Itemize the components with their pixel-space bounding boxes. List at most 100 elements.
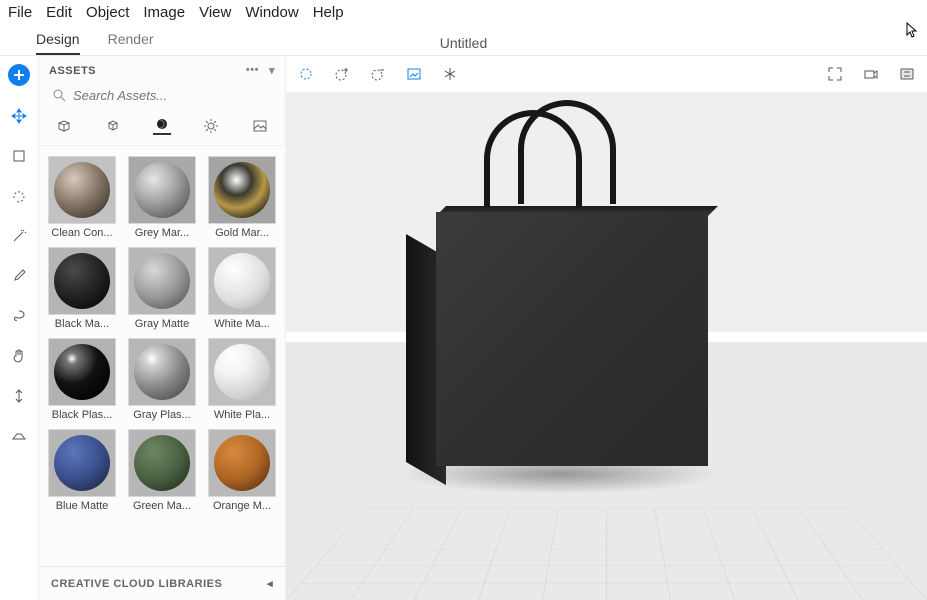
material-item[interactable]: Orange M... [207,429,277,512]
material-item[interactable]: Gray Plas... [127,338,197,421]
filter-models[interactable] [55,117,73,135]
menu-image[interactable]: Image [143,4,185,21]
artboard-icon [11,148,27,164]
assets-title: ASSETS [49,65,96,77]
vertical-axis-tool[interactable] [9,386,29,406]
fullscreen-button[interactable] [827,66,843,82]
filter-materials[interactable] [153,117,171,135]
material-sphere-icon [154,116,170,132]
material-swatch [48,429,116,497]
add-selection-tool[interactable] [334,66,350,82]
material-sphere [134,435,190,491]
move-icon [11,108,27,124]
filter-shapes[interactable] [104,117,122,135]
material-label: Orange M... [208,500,276,512]
subtract-selection-tool[interactable] [370,66,386,82]
menu-view[interactable]: View [199,4,231,21]
materials-grid: Clean Con... Grey Mar... Gold Mar... Bla… [39,146,285,566]
material-item[interactable]: Gold Mar... [207,156,277,239]
material-sphere [54,162,110,218]
filter-lights[interactable] [202,117,220,135]
material-label: Black Plas... [48,409,116,421]
vertical-arrow-icon [11,388,27,404]
render-settings-button[interactable] [899,66,915,82]
material-sphere [214,344,270,400]
material-item[interactable]: Blue Matte [47,429,117,512]
bag-front-face [436,212,708,466]
search-input[interactable] [73,88,277,103]
material-item[interactable]: Black Ma... [47,247,117,330]
material-item[interactable]: Green Ma... [127,429,197,512]
history-tool[interactable] [9,186,29,206]
select-marquee-tool[interactable] [298,66,314,82]
material-label: Gold Mar... [208,227,276,239]
box-icon [56,118,72,134]
cube-icon [105,118,121,134]
assets-panel: ASSETS ••• ▾ Clean Con... Grey Mar... Go… [38,56,286,600]
camera-button[interactable] [863,66,879,82]
workspace-tab-row: Design Render Untitled [0,25,927,56]
marquee-minus-icon [370,66,386,82]
plus-icon [11,67,27,83]
tab-render[interactable]: Render [108,31,154,55]
menu-help[interactable]: Help [313,4,344,21]
artboard-tool[interactable] [9,146,29,166]
material-swatch [128,247,196,315]
material-sphere [214,435,270,491]
libraries-title: CREATIVE CLOUD LIBRARIES [51,578,222,590]
material-sphere [214,253,270,309]
creative-cloud-libraries[interactable]: CREATIVE CLOUD LIBRARIES ◂ [39,566,285,600]
add-button[interactable] [8,64,30,86]
scene-object-shopping-bag[interactable] [406,176,704,472]
material-label: Grey Mar... [128,227,196,239]
bag-handle-front [484,110,582,214]
eyedropper-tool[interactable] [9,266,29,286]
material-sphere [54,435,110,491]
wand-icon [11,228,27,244]
material-swatch [208,429,276,497]
menu-object[interactable]: Object [86,4,129,21]
assets-search[interactable] [39,85,285,111]
lasso-tool[interactable] [9,306,29,326]
material-label: White Ma... [208,318,276,330]
canvas-3d[interactable] [286,92,927,600]
menu-file[interactable]: File [8,4,32,21]
material-swatch [128,338,196,406]
hand-icon [11,348,27,364]
chevron-down-icon[interactable]: ▾ [269,64,275,77]
material-item[interactable]: White Ma... [207,247,277,330]
menu-edit[interactable]: Edit [46,4,72,21]
material-label: Clean Con... [48,227,116,239]
material-item[interactable]: White Pla... [207,338,277,421]
material-sphere [134,162,190,218]
magic-wand-tool[interactable] [9,226,29,246]
material-sphere [134,253,190,309]
material-swatch [48,247,116,315]
chevron-left-icon: ◂ [267,577,273,590]
material-swatch [48,338,116,406]
ground-plane-tool[interactable] [9,426,29,446]
render-settings-icon [899,66,915,82]
tab-design[interactable]: Design [36,31,80,55]
material-item[interactable]: Gray Matte [127,247,197,330]
more-icon[interactable]: ••• [246,64,259,77]
move-tool[interactable] [9,106,29,126]
material-item[interactable]: Black Plas... [47,338,117,421]
material-label: Gray Plas... [128,409,196,421]
material-label: Green Ma... [128,500,196,512]
snap-tool[interactable] [442,66,458,82]
frame-tool[interactable] [406,66,422,82]
assets-header: ASSETS ••• ▾ [39,56,285,85]
material-label: Blue Matte [48,500,116,512]
menu-window[interactable]: Window [245,4,298,21]
filter-images[interactable] [251,117,269,135]
marquee-circle-icon [298,66,314,82]
fullscreen-icon [827,66,843,82]
asset-type-filter [39,111,285,146]
light-icon [203,118,219,134]
material-sphere [54,344,110,400]
hand-tool[interactable] [9,346,29,366]
snap-axes-icon [442,66,458,82]
material-item[interactable]: Clean Con... [47,156,117,239]
material-item[interactable]: Grey Mar... [127,156,197,239]
